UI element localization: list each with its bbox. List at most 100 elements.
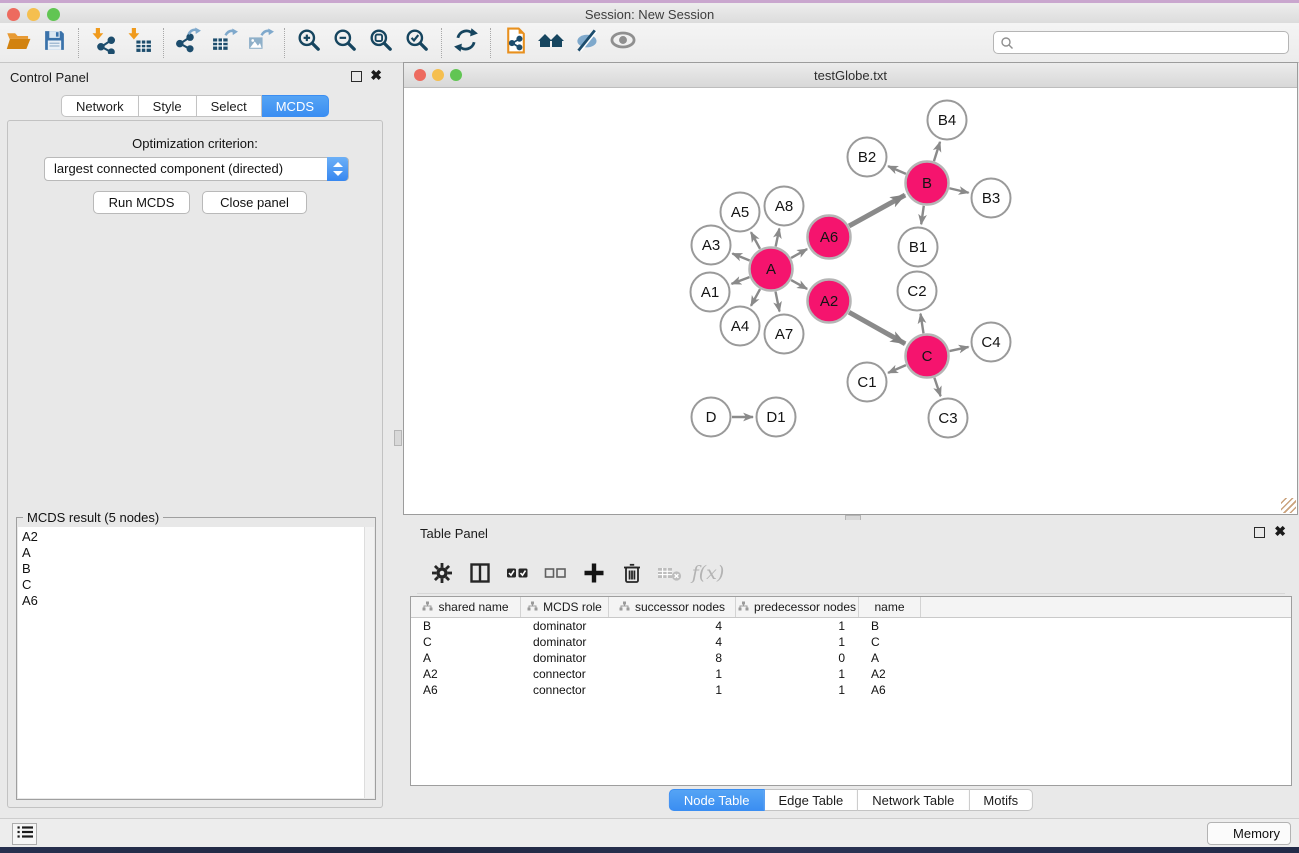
deselect-all-button[interactable] — [543, 560, 569, 586]
home-button[interactable] — [533, 26, 569, 60]
zoom-fit-button[interactable] — [363, 26, 399, 60]
edge-A-A4[interactable] — [751, 289, 760, 306]
edge-A2-C[interactable] — [849, 312, 905, 344]
network-window-titlebar[interactable]: testGlobe.txt — [404, 63, 1297, 88]
close-panel-icon[interactable]: ✖ — [370, 67, 382, 84]
node-D1[interactable]: D1 — [757, 398, 796, 437]
table-tab-edge-table[interactable]: Edge Table — [764, 789, 858, 811]
tab-select[interactable]: Select — [197, 95, 262, 117]
node-C1[interactable]: C1 — [848, 363, 887, 402]
result-item[interactable]: A — [22, 545, 366, 561]
node-A[interactable]: A — [750, 248, 793, 291]
search-input[interactable] — [993, 31, 1289, 54]
window-resize-grip[interactable] — [1281, 498, 1296, 513]
edge-C-C1[interactable] — [888, 365, 906, 373]
hide-selected-button[interactable] — [569, 26, 605, 60]
node-C4[interactable]: C4 — [972, 323, 1011, 362]
show-selected-button[interactable] — [605, 26, 641, 60]
edge-B-B3[interactable] — [949, 188, 968, 193]
select-all-button[interactable] — [505, 560, 531, 586]
result-item[interactable]: C — [22, 577, 366, 593]
float-table-panel-icon[interactable] — [1254, 527, 1265, 538]
table-tab-motifs[interactable]: Motifs — [969, 789, 1033, 811]
node-C[interactable]: C — [906, 335, 949, 378]
vertical-splitter-grip[interactable] — [394, 430, 402, 446]
column-header-MCDS-role[interactable]: MCDS role — [521, 597, 609, 617]
edge-A-A2[interactable] — [791, 280, 807, 289]
task-history-button[interactable] — [12, 823, 37, 845]
export-table-button[interactable] — [206, 26, 242, 60]
node-A6[interactable]: A6 — [808, 216, 851, 259]
result-item[interactable]: A6 — [22, 593, 366, 609]
export-image-button[interactable] — [242, 26, 278, 60]
mcds-result-list[interactable]: A2ABCA6 — [18, 527, 366, 798]
refresh-button[interactable] — [448, 26, 484, 60]
edge-A-A1[interactable] — [732, 277, 750, 284]
zoom-in-button[interactable] — [291, 26, 327, 60]
optimization-criterion-select[interactable]: largest connected component (directed) — [44, 157, 349, 181]
edge-C-C4[interactable] — [949, 347, 968, 351]
import-network-button[interactable] — [85, 26, 121, 60]
node-A8[interactable]: A8 — [765, 187, 804, 226]
table-tab-network-table[interactable]: Network Table — [858, 789, 969, 811]
result-scrollbar[interactable] — [364, 527, 374, 798]
network-canvas[interactable]: B4B2BB3A5A8A6A3B1AA1C2A2A4A7C4CC1C3DD1 — [404, 88, 1297, 514]
edge-B-B4[interactable] — [934, 142, 940, 161]
close-table-panel-icon[interactable]: ✖ — [1274, 523, 1286, 540]
result-item[interactable]: B — [22, 561, 366, 577]
node-A3[interactable]: A3 — [692, 226, 731, 265]
float-panel-icon[interactable] — [351, 71, 362, 82]
column-header-successor-nodes[interactable]: successor nodes — [609, 597, 736, 617]
delete-row-button[interactable] — [619, 560, 645, 586]
node-A7[interactable]: A7 — [765, 315, 804, 354]
node-B2[interactable]: B2 — [848, 138, 887, 177]
edge-B-B1[interactable] — [921, 206, 924, 224]
node-A2[interactable]: A2 — [808, 280, 851, 323]
import-table-button[interactable] — [121, 26, 157, 60]
add-row-button[interactable] — [581, 560, 607, 586]
node-B4[interactable]: B4 — [928, 101, 967, 140]
zoom-out-button[interactable] — [327, 26, 363, 60]
table-row[interactable]: Cdominator41C — [411, 634, 1291, 650]
edge-A-A8[interactable] — [776, 229, 780, 247]
network-from-file-button[interactable] — [497, 26, 533, 60]
memory-button[interactable]: Memory — [1207, 822, 1291, 845]
close-panel-button[interactable]: Close panel — [202, 191, 307, 214]
table-settings-button[interactable] — [429, 560, 455, 586]
table-row[interactable]: A2connector11A2 — [411, 666, 1291, 682]
tab-mcds[interactable]: MCDS — [262, 95, 329, 117]
edge-A-A3[interactable] — [732, 254, 749, 261]
edge-C-C3[interactable] — [934, 378, 940, 396]
column-header-name[interactable]: name — [859, 597, 921, 617]
edge-B-B2[interactable] — [888, 166, 906, 174]
edge-A-A5[interactable] — [751, 232, 760, 249]
node-A5[interactable]: A5 — [721, 193, 760, 232]
node-D[interactable]: D — [692, 398, 731, 437]
node-table[interactable]: shared nameMCDS rolesuccessor nodesprede… — [410, 596, 1292, 786]
edge-C-C2[interactable] — [920, 314, 923, 334]
table-row[interactable]: A6connector11A6 — [411, 682, 1291, 698]
edge-A-A7[interactable] — [776, 292, 780, 312]
node-B1[interactable]: B1 — [899, 228, 938, 267]
table-tab-node-table[interactable]: Node Table — [669, 789, 765, 811]
result-item[interactable]: A2 — [22, 529, 366, 545]
run-mcds-button[interactable]: Run MCDS — [93, 191, 190, 214]
node-B[interactable]: B — [906, 162, 949, 205]
column-header-shared-name[interactable]: shared name — [411, 597, 521, 617]
table-row[interactable]: Adominator80A — [411, 650, 1291, 666]
node-A1[interactable]: A1 — [691, 273, 730, 312]
tab-network[interactable]: Network — [61, 95, 139, 117]
node-A4[interactable]: A4 — [721, 307, 760, 346]
zoom-selected-button[interactable] — [399, 26, 435, 60]
export-network-button[interactable] — [170, 26, 206, 60]
column-header-predecessor-nodes[interactable]: predecessor nodes — [736, 597, 859, 617]
tab-style[interactable]: Style — [139, 95, 197, 117]
edge-A6-B[interactable] — [849, 195, 905, 226]
node-C2[interactable]: C2 — [898, 272, 937, 311]
save-session-button[interactable] — [36, 26, 72, 60]
edge-A-A6[interactable] — [791, 249, 807, 258]
show-columns-button[interactable] — [467, 560, 493, 586]
open-session-button[interactable] — [0, 26, 36, 60]
table-row[interactable]: Bdominator41B — [411, 618, 1291, 634]
node-C3[interactable]: C3 — [929, 399, 968, 438]
